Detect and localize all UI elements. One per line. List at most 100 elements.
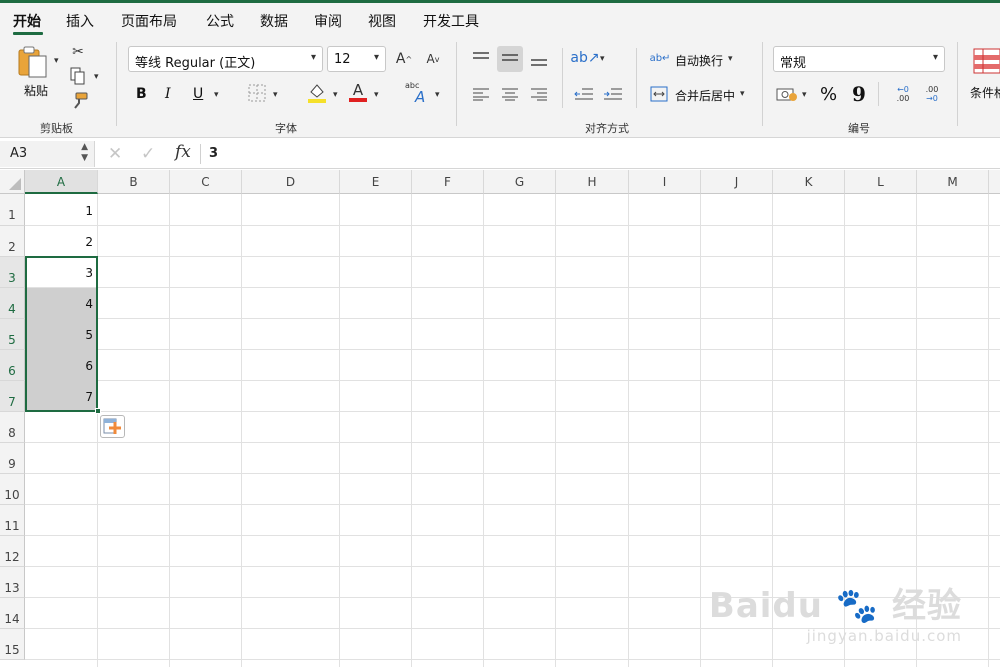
number-format-select[interactable]: 常规 ▾ [773,46,945,72]
bold-button[interactable]: B [136,86,147,102]
cancel-icon[interactable]: ✕ [108,144,122,164]
merge-center-button[interactable]: 合并后居中 [675,87,735,104]
currency-format-icon[interactable] [776,85,798,103]
paste-icon[interactable] [16,44,52,80]
decrease-decimal-icon[interactable]: .00 →0 [921,84,943,104]
name-box[interactable]: A3 ▲ ▼ [0,141,95,167]
column-header-a[interactable]: A [25,170,98,194]
column-header-f[interactable]: F [412,170,484,194]
column-header-h[interactable]: H [556,170,629,194]
column-header-j[interactable]: J [701,170,773,194]
increase-indent-icon[interactable] [603,86,623,102]
fill-color-dropdown-icon[interactable]: ▾ [333,90,338,100]
cut-icon[interactable]: ✂ [70,44,86,60]
align-center-icon[interactable] [501,86,519,102]
cell-a1[interactable]: 1 [26,194,97,224]
name-box-stepper-icon[interactable]: ▲ ▼ [81,142,88,164]
conditional-formatting-icon[interactable] [973,48,1000,74]
align-bottom-icon[interactable] [530,52,548,68]
row-header-5[interactable]: 5 [0,319,25,350]
column-header-d[interactable]: D [242,170,340,194]
underline-button[interactable]: U [193,86,203,102]
increase-font-icon[interactable]: A ^ [394,50,414,68]
row-header-4[interactable]: 4 [0,288,25,319]
row-header-7[interactable]: 7 [0,381,25,412]
orientation-dropdown-icon[interactable]: ▾ [600,54,605,64]
row-header-8[interactable]: 8 [0,412,25,443]
tab-view[interactable]: 视图 [368,11,396,31]
tab-review[interactable]: 审阅 [314,11,342,31]
cell-a3[interactable]: 3 [26,256,97,286]
spreadsheet-grid[interactable]: A B C D E F G H I J K L M 1 2 3 4 5 6 7 … [0,170,1000,667]
tab-formulas[interactable]: 公式 [206,11,234,31]
cell-a6[interactable]: 6 [26,349,97,379]
tab-insert[interactable]: 插入 [66,11,94,31]
font-color-dropdown-icon[interactable]: ▾ [374,90,379,100]
phonetic-dropdown-icon[interactable]: ▾ [435,90,440,100]
wrap-text-icon[interactable]: ab↵ [650,48,671,68]
borders-icon[interactable] [248,84,266,102]
align-left-icon[interactable] [472,86,490,102]
phonetic-icon[interactable]: abc A [405,80,431,105]
format-painter-icon[interactable] [70,92,88,110]
row-header-11[interactable]: 11 [0,505,25,536]
insert-function-button[interactable]: fx [175,142,191,162]
paste-dropdown-icon[interactable]: ▾ [54,56,59,66]
cell-a2[interactable]: 2 [26,225,97,255]
comma-style-button[interactable]: 9 [852,82,866,106]
column-header-i[interactable]: I [629,170,701,194]
wrap-dropdown-icon[interactable]: ▾ [728,54,733,64]
column-header-b[interactable]: B [98,170,170,194]
copy-dropdown-icon[interactable]: ▾ [94,72,99,82]
column-header-k[interactable]: K [773,170,845,194]
fill-color-icon[interactable] [307,82,327,104]
text-orientation-icon[interactable]: ab↗ [570,48,599,68]
cell-a5[interactable]: 5 [26,318,97,348]
row-header-6[interactable]: 6 [0,350,25,381]
paste-options-button[interactable] [100,415,125,438]
tab-page-layout[interactable]: 页面布局 [121,11,177,31]
italic-button[interactable]: I [165,86,171,102]
column-header-m[interactable]: M [917,170,989,194]
borders-dropdown-icon[interactable]: ▾ [273,90,278,100]
row-header-10[interactable]: 10 [0,474,25,505]
enter-check-icon[interactable]: ✓ [141,144,155,164]
select-all-corner[interactable] [0,170,25,194]
tab-developer[interactable]: 开发工具 [423,11,479,31]
merge-center-icon[interactable] [650,85,668,103]
font-color-icon[interactable]: A [348,80,368,104]
tab-home[interactable]: 开始 [13,11,41,31]
column-header-g[interactable]: G [484,170,556,194]
cell-a7[interactable]: 7 [26,380,97,410]
paste-label[interactable]: 粘贴 [24,82,48,99]
underline-dropdown-icon[interactable]: ▾ [214,90,219,100]
row-header-9[interactable]: 9 [0,443,25,474]
row-header-12[interactable]: 12 [0,536,25,567]
row-header-13[interactable]: 13 [0,567,25,598]
currency-dropdown-icon[interactable]: ▾ [802,90,807,100]
row-header-15[interactable]: 15 [0,629,25,660]
font-name-select[interactable]: 等线 Regular (正文) ▾ [128,46,323,72]
align-middle-icon[interactable] [501,50,519,66]
decrease-indent-icon[interactable] [574,86,594,102]
column-header-e[interactable]: E [340,170,412,194]
percent-button[interactable]: % [820,84,837,105]
row-header-1[interactable]: 1 [0,194,25,226]
row-header-3[interactable]: 3 [0,257,25,288]
increase-decimal-icon[interactable]: ←0.00 [892,84,914,104]
conditional-formatting-button[interactable]: 条件格 [970,84,1000,101]
formula-input[interactable]: 3 [209,146,218,161]
decrease-font-icon[interactable]: Av [423,50,443,68]
wrap-text-button[interactable]: 自动换行 [675,52,723,69]
column-header-c[interactable]: C [170,170,242,194]
merge-dropdown-icon[interactable]: ▾ [740,89,745,99]
tab-data[interactable]: 数据 [260,11,288,31]
copy-icon[interactable] [69,67,87,85]
align-right-icon[interactable] [530,86,548,102]
align-top-icon[interactable] [472,50,490,66]
row-header-2[interactable]: 2 [0,226,25,257]
row-header-14[interactable]: 14 [0,598,25,629]
cell-a4[interactable]: 4 [26,287,97,317]
font-size-select[interactable]: 12 ▾ [327,46,386,72]
column-header-l[interactable]: L [845,170,917,194]
